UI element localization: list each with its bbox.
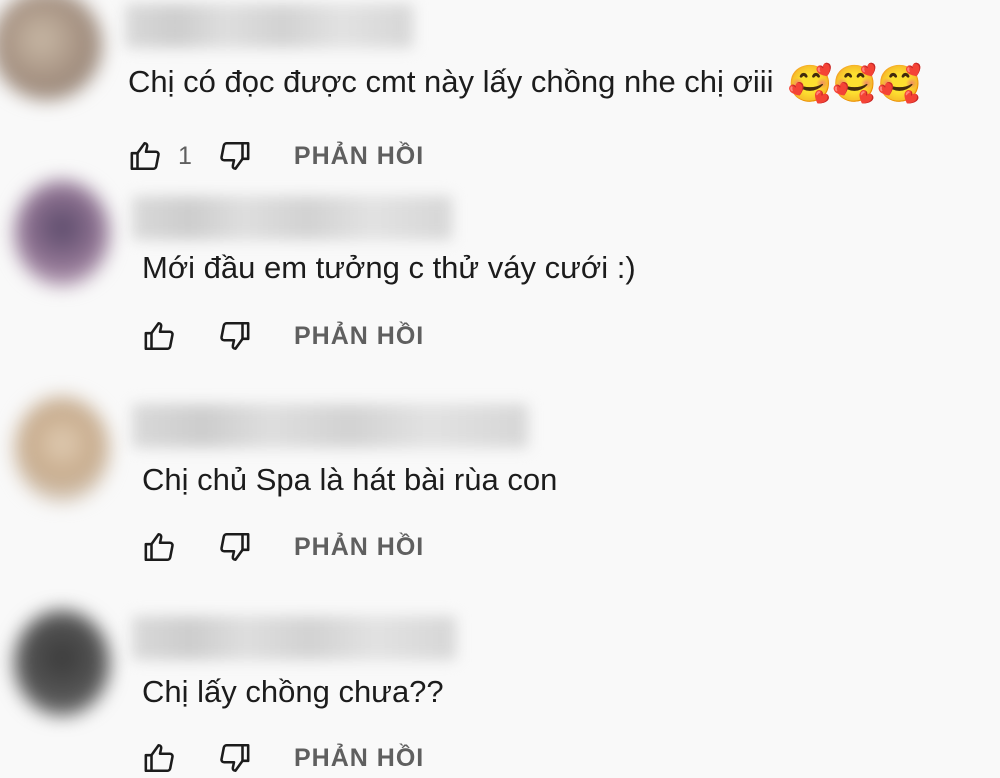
- comment-actions: PHẢN HỒI: [140, 316, 424, 356]
- author-name-blurred[interactable]: [132, 196, 452, 240]
- avatar[interactable]: [0, 0, 102, 100]
- comment-actions: 1 PHẢN HỒI: [126, 136, 424, 176]
- comment-actions: PHẢN HỒI: [140, 527, 424, 567]
- dislike-icon[interactable]: [214, 527, 254, 567]
- reply-button[interactable]: PHẢN HỒI: [294, 744, 424, 773]
- comment-text-body: Chị chủ Spa là hát bài rùa con: [142, 462, 558, 497]
- author-name-blurred[interactable]: [132, 616, 456, 660]
- avatar[interactable]: [14, 610, 110, 716]
- reply-button[interactable]: PHẢN HỒI: [294, 142, 424, 171]
- like-icon[interactable]: [140, 316, 180, 356]
- comment-text-body: Mới đầu em tưởng c thử váy cưới :): [142, 250, 636, 285]
- author-name-blurred[interactable]: [125, 4, 413, 48]
- reply-button[interactable]: PHẢN HỒI: [294, 533, 424, 562]
- comment-text-body: Chị lấy chồng chưa??: [142, 674, 444, 709]
- dislike-icon[interactable]: [214, 316, 254, 356]
- comment-actions: PHẢN HỒI: [140, 738, 424, 778]
- dislike-icon[interactable]: [214, 738, 254, 778]
- smiling-face-hearts-icon: 🥰🥰🥰: [787, 64, 923, 105]
- author-name-blurred[interactable]: [132, 404, 528, 448]
- comment-text: Chị có đọc được cmt này lấy chồng nhe ch…: [128, 64, 922, 103]
- like-count: 1: [178, 141, 192, 170]
- comment-text: Chị lấy chồng chưa??: [142, 674, 444, 710]
- like-icon[interactable]: [140, 527, 180, 567]
- dislike-icon[interactable]: [214, 136, 254, 176]
- comment-text: Chị chủ Spa là hát bài rùa con: [142, 462, 557, 498]
- avatar[interactable]: [14, 396, 110, 502]
- comment-text: Mới đầu em tưởng c thử váy cưới :): [142, 250, 636, 286]
- reply-button[interactable]: PHẢN HỒI: [294, 322, 424, 351]
- avatar[interactable]: [14, 180, 110, 286]
- like-icon[interactable]: [140, 738, 180, 778]
- like-icon[interactable]: [126, 136, 166, 176]
- comment-text-body: Chị có đọc được cmt này lấy chồng nhe ch…: [128, 64, 774, 99]
